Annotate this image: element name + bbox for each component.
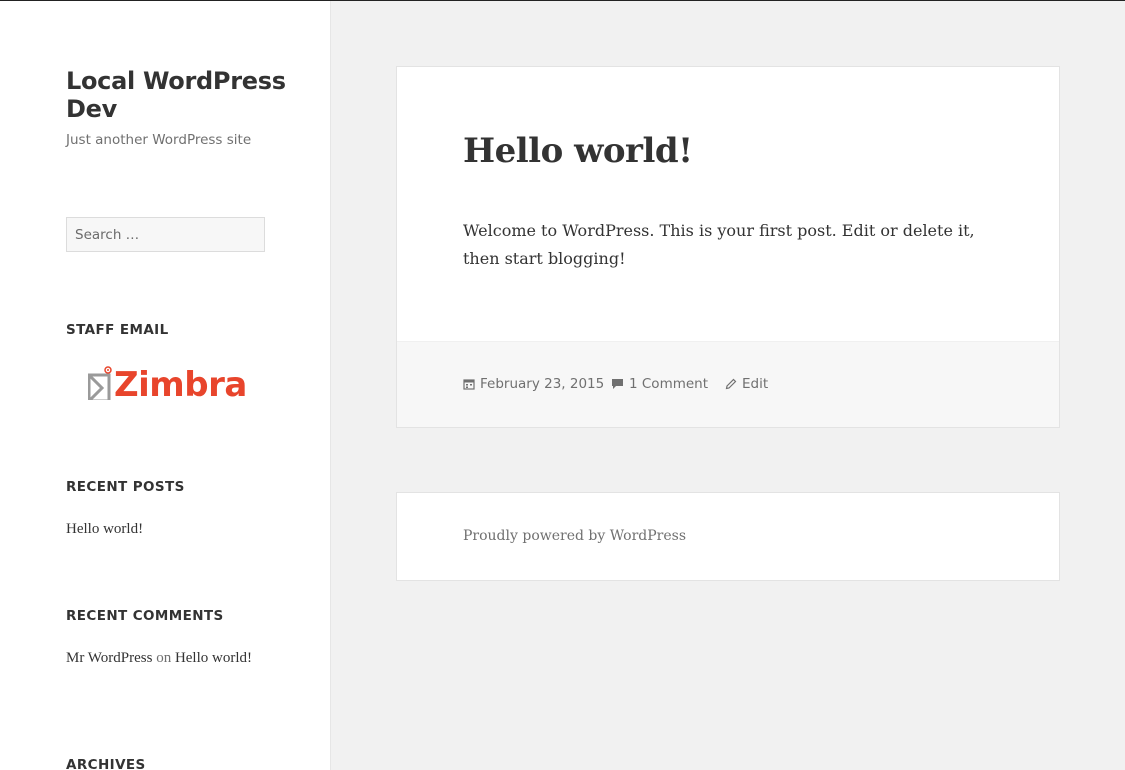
powered-by-link[interactable]: Proudly powered by WordPress bbox=[463, 528, 686, 544]
calendar-icon bbox=[463, 378, 475, 390]
recent-comment-item: Mr WordPress on Hello world! bbox=[66, 648, 256, 669]
post-edit-label: Edit bbox=[742, 376, 769, 392]
pencil-icon bbox=[725, 378, 737, 390]
widget-title-archives: ARCHIVES bbox=[66, 757, 146, 770]
site-footer: Proudly powered by WordPress bbox=[396, 492, 1060, 581]
site-description: Just another WordPress site bbox=[66, 132, 252, 148]
comment-post-link[interactable]: Hello world! bbox=[175, 650, 252, 666]
post-content: Welcome to WordPress. This is your first… bbox=[463, 221, 975, 268]
widget-title-recent-comments: RECENT COMMENTS bbox=[66, 608, 224, 624]
post-meta-footer: February 23, 2015 1 Comment Edit bbox=[397, 341, 1059, 427]
search-input[interactable] bbox=[66, 217, 265, 252]
comment-author-link[interactable]: Mr WordPress bbox=[66, 650, 152, 666]
post-date: February 23, 2015 bbox=[480, 376, 605, 392]
zimbra-envelope-icon bbox=[87, 365, 112, 405]
comment-icon bbox=[611, 378, 624, 390]
widget-title-recent-posts: RECENT POSTS bbox=[66, 479, 185, 495]
zimbra-logo-text: Zimbra bbox=[114, 365, 247, 405]
post-date-link[interactable]: February 23, 2015 bbox=[463, 376, 604, 392]
site-title[interactable]: Local WordPress Dev bbox=[66, 67, 306, 123]
recent-post-link[interactable]: Hello world! bbox=[66, 519, 143, 540]
widget-title-staff-email: STAFF EMAIL bbox=[66, 322, 169, 338]
post-edit-link[interactable]: Edit bbox=[725, 376, 768, 392]
post-comments-link[interactable]: 1 Comment bbox=[611, 376, 708, 392]
zimbra-logo-link[interactable]: Zimbra bbox=[87, 365, 247, 405]
comment-on-text: on bbox=[156, 650, 172, 666]
post-comments-count: 1 Comment bbox=[629, 376, 709, 392]
post-title[interactable]: Hello world! bbox=[463, 131, 693, 171]
sidebar: Local WordPress Dev Just another WordPre… bbox=[0, 1, 331, 770]
post-card: Hello world! Welcome to WordPress. This … bbox=[396, 66, 1060, 428]
